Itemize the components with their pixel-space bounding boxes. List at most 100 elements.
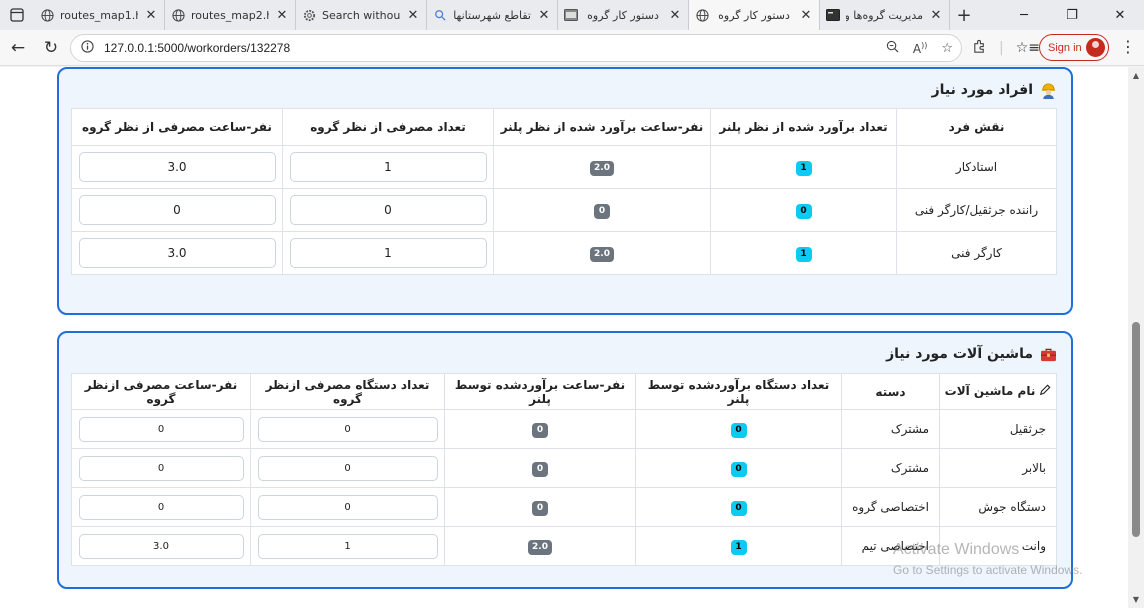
column-header: نفر-ساعت برآورد شده از نظر پلنر — [493, 108, 711, 146]
close-tab-icon[interactable]: ✕ — [929, 8, 943, 23]
sign-in-button[interactable]: Sign in — [1039, 34, 1109, 61]
tab-routes-map2[interactable]: routes_map2.htm ✕ — [165, 0, 296, 30]
used-count-cell: 0 — [250, 487, 445, 527]
used-count-input[interactable]: 0 — [257, 494, 438, 520]
new-tab-button[interactable]: + — [950, 5, 978, 26]
tab-intersections[interactable]: تقاطع شهرستانها ✕ — [427, 0, 558, 30]
page-scrollbar[interactable]: ▲ ▼ — [1128, 67, 1144, 608]
scroll-up-icon[interactable]: ▲ — [1132, 71, 1140, 80]
terminal-icon — [564, 8, 578, 22]
refresh-button[interactable]: ↻ — [36, 33, 66, 63]
close-tab-icon[interactable]: ✕ — [799, 8, 813, 23]
tab-title: مدیریت گروه‌ها و — [846, 8, 923, 22]
est-hours-cell: 0 — [444, 448, 636, 488]
terminal-icon — [826, 8, 840, 22]
tab-group-workorder-2[interactable]: دستور کار گروه ✕ — [689, 0, 820, 30]
zoom-icon[interactable] — [886, 40, 899, 57]
used-hours-input[interactable]: 0 — [78, 455, 244, 481]
tab-group-workorder-1[interactable]: دستور کار گروه ✕ — [558, 0, 689, 30]
close-window-icon[interactable]: ✕ — [1096, 0, 1144, 30]
tab-group-management[interactable]: مدیریت گروه‌ها و ✕ — [820, 0, 950, 30]
used-hours-input[interactable]: 3.0 — [78, 152, 276, 182]
back-button[interactable]: ← — [3, 33, 33, 63]
globe-icon — [40, 8, 54, 22]
minimize-icon[interactable]: ─ — [1000, 0, 1048, 30]
used-hours-input[interactable]: 0 — [78, 195, 276, 225]
info-icon[interactable] — [81, 40, 94, 56]
close-tab-icon[interactable]: ✕ — [537, 8, 551, 23]
tab-title: دستور کار گروه — [587, 8, 659, 22]
used-count-cell: 1 — [250, 526, 445, 566]
used-hours-input[interactable]: 3.0 — [78, 238, 276, 268]
machines-header-row: نام ماشین آلات دسته تعداد دستگاه برآوردش… — [71, 373, 1057, 410]
used-hours-cell: 3.0 — [71, 145, 283, 189]
column-header: نام ماشین آلات — [939, 373, 1057, 410]
est-hours-badge: 0 — [532, 422, 548, 438]
extensions-icon[interactable] — [972, 39, 987, 58]
close-tab-icon[interactable]: ✕ — [668, 8, 682, 23]
worker-icon — [1039, 81, 1057, 99]
est-hours-badge: 0 — [594, 203, 610, 219]
table-row: بالابر مشترک 0 0 0 0 — [71, 448, 1057, 488]
avatar — [1086, 38, 1105, 57]
staff-card-header: افراد مورد نیاز — [73, 79, 1057, 101]
category-cell: مشترک — [841, 448, 940, 488]
est-hours-cell: 2.0 — [444, 526, 636, 566]
used-count-input[interactable]: 0 — [257, 455, 438, 481]
column-header: نفر-ساعت مصرفی از نظر گروه — [71, 108, 283, 146]
column-header-label: نام ماشین آلات — [944, 384, 1036, 398]
close-tab-icon[interactable]: ✕ — [275, 8, 289, 23]
watermark-subtitle: Go to Settings to activate Windows. — [893, 563, 1083, 577]
used-count-input[interactable]: 1 — [289, 238, 487, 268]
close-tab-icon[interactable]: ✕ — [144, 8, 158, 23]
windows-activation-watermark: Activate Windows Go to Settings to activ… — [893, 541, 1082, 577]
scroll-down-icon[interactable]: ▼ — [1132, 595, 1140, 604]
staff-card: افراد مورد نیاز نقش فرد تعداد برآورد شده… — [57, 67, 1073, 315]
tab-search[interactable]: Search without ✕ — [296, 0, 427, 30]
role-cell: راننده جرثقیل/کارگر فنی — [896, 188, 1057, 232]
scrollbar-thumb[interactable] — [1132, 322, 1140, 537]
read-aloud-icon[interactable]: A)) — [913, 41, 927, 56]
restore-icon[interactable]: ❐ — [1048, 0, 1096, 30]
machines-card-header: ماشین آلات مورد نیاز — [73, 343, 1057, 365]
toolbox-icon — [1039, 345, 1057, 363]
tab-title: تقاطع شهرستانها — [453, 8, 531, 22]
favorite-star-icon[interactable]: ☆ — [941, 41, 953, 56]
more-menu-icon[interactable]: ⋮ — [1116, 34, 1140, 62]
est-count-badge: 0 — [795, 203, 812, 219]
used-count-input[interactable]: 0 — [289, 195, 487, 225]
tab-actions-button[interactable] — [0, 8, 34, 22]
est-count-badge: 1 — [795, 246, 812, 262]
est-hours-cell: 2.0 — [493, 145, 711, 189]
est-count-badge: 1 — [730, 539, 747, 555]
divider: | — [999, 40, 1004, 56]
used-hours-input[interactable]: 3.0 — [78, 533, 244, 559]
refresh-icon: ↻ — [43, 37, 59, 58]
search-icon — [433, 8, 447, 22]
used-count-input[interactable]: 1 — [257, 533, 438, 559]
used-hours-cell: 0 — [71, 487, 251, 527]
used-count-input[interactable]: 0 — [257, 416, 438, 442]
favorites-icon[interactable]: ☆≡ — [1016, 40, 1040, 56]
machine-name-cell: جرثقیل — [939, 409, 1057, 449]
url-field[interactable]: 127.0.0.1:5000/workorders/132278 A)) ☆ — [70, 34, 962, 62]
est-hours-badge: 2.0 — [590, 246, 614, 262]
table-row: راننده جرثقیل/کارگر فنی 0 0 0 0 — [71, 188, 1057, 232]
est-count-badge: 0 — [730, 461, 747, 477]
used-hours-input[interactable]: 0 — [78, 494, 244, 520]
est-count-cell: 0 — [635, 487, 842, 527]
back-arrow-icon: ← — [10, 37, 26, 58]
used-hours-input[interactable]: 0 — [78, 416, 244, 442]
table-row: کارگر فنی 1 2.0 1 3.0 — [71, 231, 1057, 275]
used-count-cell: 1 — [282, 145, 494, 189]
est-count-cell: 0 — [710, 188, 897, 232]
used-count-input[interactable]: 1 — [289, 152, 487, 182]
category-cell: مشترک — [841, 409, 940, 449]
column-header: نفر-ساعت برآوردشده توسط پلنر — [444, 373, 636, 410]
tab-routes-map1[interactable]: routes_map1.htm ✕ — [34, 0, 165, 30]
watermark-title: Activate Windows — [893, 541, 1020, 558]
used-hours-cell: 0 — [71, 448, 251, 488]
tab-title: Search without — [322, 8, 400, 22]
close-tab-icon[interactable]: ✕ — [406, 8, 420, 23]
used-hours-cell: 0 — [71, 188, 283, 232]
